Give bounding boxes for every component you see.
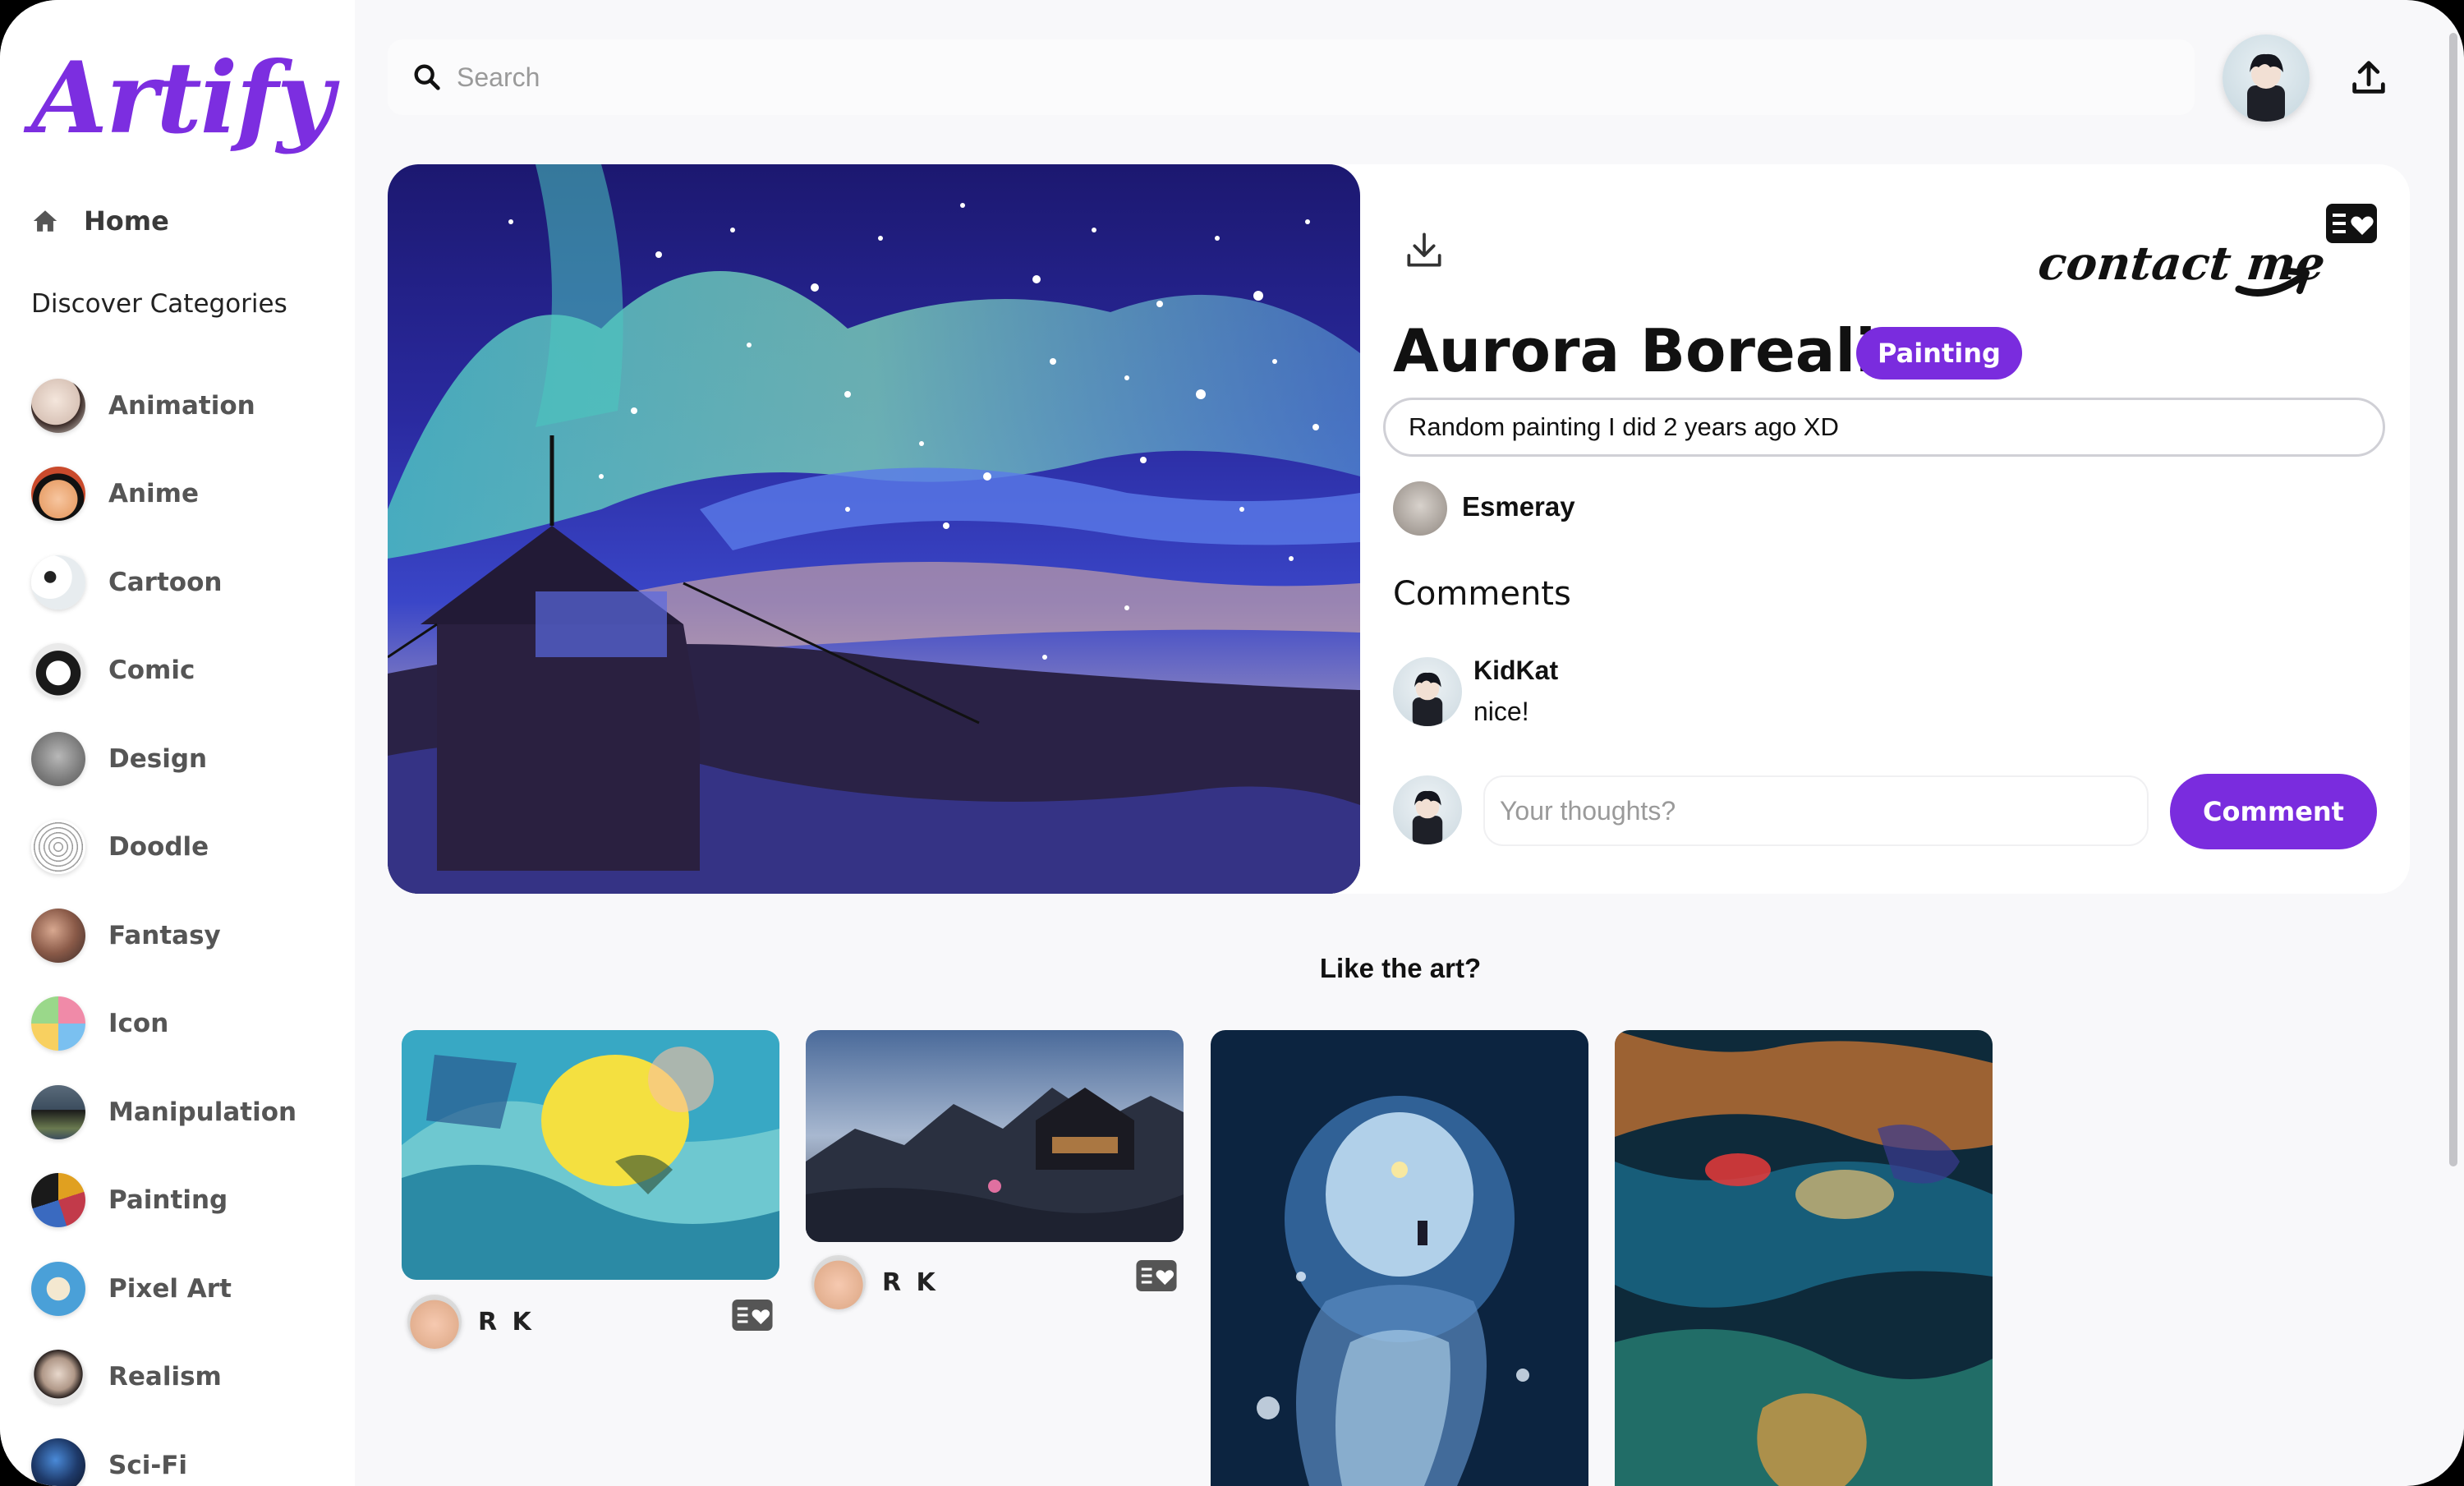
sidebar-item-label: Manipulation (108, 1097, 297, 1127)
related-artwork-2[interactable] (806, 1030, 1184, 1242)
related-author[interactable]: R K (407, 1295, 535, 1349)
related-artwork-3[interactable] (1211, 1030, 1588, 1486)
related-artwork-4[interactable] (1615, 1030, 1993, 1486)
artwork-image[interactable] (388, 164, 1360, 894)
category-avatar (31, 643, 85, 698)
related-author-name: R K (478, 1307, 535, 1336)
category-avatar (31, 1261, 85, 1316)
discover-heading: Discover Categories (31, 289, 287, 319)
author-avatar[interactable] (1393, 481, 1447, 536)
search-input[interactable] (457, 54, 2165, 100)
comment-avatar[interactable] (1393, 657, 1462, 726)
category-avatar (31, 1084, 85, 1139)
category-avatar (31, 467, 85, 522)
artwork-description: Random painting I did 2 years ago XD (1383, 398, 2385, 457)
save-collection-icon[interactable] (731, 1300, 774, 1331)
user-avatar[interactable] (2223, 35, 2310, 122)
current-user-avatar (1393, 775, 1462, 844)
sidebar-item-label: Home (84, 205, 169, 237)
aurora-painting (388, 164, 1360, 894)
sidebar-item-painting[interactable]: Painting (31, 1157, 297, 1245)
sidebar-item-label: Realism (108, 1362, 222, 1392)
related-author-avatar (407, 1295, 462, 1349)
contact-icon[interactable] (2326, 204, 2377, 243)
related-author-avatar (811, 1255, 866, 1309)
sidebar-item-label: Design (108, 743, 208, 774)
scrollbar-thumb[interactable] (2449, 33, 2457, 1166)
related-heading: Like the art? (1319, 953, 1482, 983)
comment-button[interactable]: Comment (2170, 774, 2377, 849)
sidebar-item-label: Sci-Fi (108, 1450, 187, 1480)
upload-icon[interactable] (2347, 56, 2390, 99)
sidebar-item-label: Cartoon (108, 567, 223, 597)
sidebar-item-label: Pixel Art (108, 1273, 232, 1304)
comment-text: nice! (1473, 697, 1529, 726)
search-bar (388, 39, 2195, 115)
category-avatar (31, 996, 85, 1051)
sidebar-item-label: Anime (108, 479, 200, 509)
related-artwork-image (806, 1030, 1184, 1242)
comment-input[interactable] (1483, 775, 2149, 846)
related-artwork-1[interactable] (402, 1030, 779, 1280)
app-logo[interactable]: Artify (31, 33, 334, 164)
related-artwork-image (1615, 1030, 1993, 1486)
sidebar-item-label: Fantasy (108, 920, 221, 950)
related-author[interactable]: R K (811, 1255, 939, 1309)
sidebar-item-pixel-art[interactable]: Pixel Art (31, 1244, 297, 1333)
sidebar-item-realism[interactable]: Realism (31, 1333, 297, 1422)
related-artwork-image (1211, 1030, 1588, 1486)
save-collection-icon[interactable] (1135, 1260, 1178, 1291)
sidebar-item-comic[interactable]: Comic (31, 627, 297, 715)
comment-avatar-image (1412, 672, 1443, 726)
sidebar-item-cartoon[interactable]: Cartoon (31, 538, 297, 627)
sidebar-item-icon[interactable]: Icon (31, 980, 297, 1069)
sidebar-item-label: Icon (108, 1009, 169, 1039)
sidebar-item-doodle[interactable]: Doodle (31, 803, 297, 892)
sidebar-item-label: Comic (108, 656, 195, 686)
related-artwork-image (402, 1030, 779, 1280)
artwork-title: Aurora Borealis (1393, 316, 1911, 385)
category-avatar (31, 820, 85, 875)
search-icon[interactable] (411, 61, 444, 94)
current-user-avatar-image (1412, 790, 1443, 844)
sidebar-item-animation[interactable]: Animation (31, 361, 297, 450)
related-author-name: R K (882, 1267, 939, 1297)
comments-heading: Comments (1393, 575, 1571, 613)
category-avatar (31, 378, 85, 433)
comment-author[interactable]: KidKat (1473, 656, 1558, 686)
sidebar-item-design[interactable]: Design (31, 715, 297, 803)
sidebar-item-anime[interactable]: Anime (31, 450, 297, 539)
sidebar-item-manipulation[interactable]: Manipulation (31, 1068, 297, 1157)
curved-arrow-icon (2235, 268, 2310, 297)
category-avatar (31, 1438, 85, 1486)
category-badge[interactable]: Painting (1856, 327, 2022, 380)
sidebar-item-sci-fi[interactable]: Sci-Fi (31, 1421, 297, 1486)
author-name[interactable]: Esmeray (1462, 491, 1575, 522)
category-avatar (31, 1350, 85, 1405)
sidebar-item-label: Animation (108, 390, 255, 421)
category-avatar (31, 731, 85, 786)
sidebar-item-home[interactable]: Home (31, 197, 169, 245)
sidebar: Artify Home Discover Categories Animatio… (0, 0, 355, 1486)
category-avatar (31, 554, 85, 610)
category-list: Animation Anime Cartoon Comic Design Doo… (31, 361, 297, 1486)
home-icon (33, 210, 57, 232)
category-avatar (31, 1173, 85, 1228)
user-avatar-image (2247, 53, 2285, 122)
sidebar-item-label: Painting (108, 1185, 228, 1216)
sidebar-item-label: Doodle (108, 832, 209, 863)
app-window: Artify Home Discover Categories Animatio… (0, 0, 2464, 1486)
download-icon[interactable] (1401, 227, 1447, 273)
